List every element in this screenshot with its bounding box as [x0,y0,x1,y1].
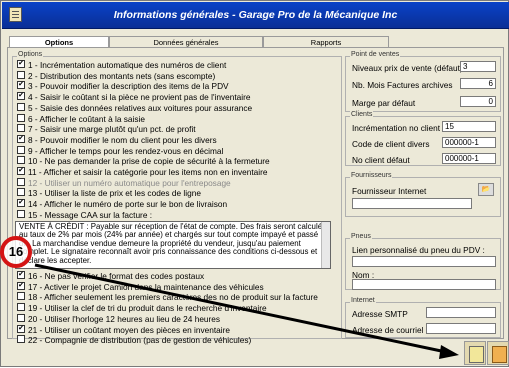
lien-pneu-field[interactable] [352,256,496,267]
checkbox-checked-icon[interactable]: ✔ [17,81,25,90]
courriel-field[interactable] [426,323,496,334]
checkbox-icon[interactable] [17,124,25,133]
bottom-toolbar [7,341,509,366]
checkbox-icon[interactable] [17,188,25,197]
fournisseur-internet-label: Fournisseur Internet [352,186,427,196]
option-label: 13 - Utiliser la liste de prix et les co… [28,188,201,199]
checkbox-icon[interactable] [17,209,25,218]
options-legend: Options [17,51,44,58]
option-label: 10 - Ne pas demander la prise de copie d… [28,156,270,167]
clients-legend: Clients [350,111,374,118]
tab-panel: Options ✔ 1 - Incrémentation automatique … [7,47,504,345]
checkbox-icon[interactable] [17,113,25,122]
option-label: 8 - Pouvoir modifier le nom du client po… [28,134,217,145]
checkbox-checked-icon[interactable]: ✔ [17,271,25,279]
caa-message-memo[interactable]: VENTE À CRÉDIT : Payable sur réception d… [15,221,331,269]
option-label: 16 - Ne pas vérifier le format des codes… [28,271,205,281]
checkbox-checked-icon[interactable]: ✔ [17,92,25,101]
no-client-field[interactable]: 000000-1 [442,153,496,164]
incr-client-label: Incrémentation no client [352,123,441,133]
niveaux-prix-label: Niveaux prix de vente (défaut) [352,63,463,73]
checkbox-icon[interactable] [17,70,25,79]
checkbox-checked-icon[interactable]: ✔ [17,60,25,68]
marge-field[interactable]: 0 [460,96,496,107]
nb-mois-field[interactable]: 6 [460,78,496,89]
pneus-group: Pneus Lien personnalisé du pneu du PDV :… [345,233,501,290]
browse-folder-icon[interactable]: 📂 [478,183,494,196]
niveaux-prix-field[interactable]: 3 [460,61,496,72]
checkbox-icon[interactable] [17,303,25,312]
option-label: 9 - Afficher le temps pour les rendez-vo… [28,145,224,156]
option-label: 14 - Afficher le numéro de porte sur le … [28,199,228,210]
caa-message-text: VENTE À CRÉDIT : Payable sur réception d… [19,222,327,265]
point-de-vente-legend: Point de ventes [350,51,401,58]
option-label: 21 - Utiliser un coûtant moyen des pièce… [28,324,231,335]
option-label: 4 - Saisir le coûtant si la pièce ne pro… [28,92,251,103]
pneus-legend: Pneus [350,233,372,240]
option-label: 19 - Utiliser la clef de tri du produit … [28,303,267,314]
option-label: 5 - Saisie des données relatives aux voi… [28,102,253,113]
courriel-label: Adresse de courriel [352,325,424,335]
window-title: Informations générales - Garage Pro de l… [113,9,398,21]
fournisseurs-legend: Fournisseurs [350,172,393,179]
callout-number-badge: 16 [0,236,32,268]
internet-group: Internet Adresse SMTP Adresse de courrie… [345,297,501,338]
code-client-label: Code de client divers [352,139,430,149]
option-label: 2 - Distribution des montants nets (sans… [28,70,216,81]
option-label: 6 - Afficher le coûtant à la saisie [28,113,145,124]
memo-scrollbar[interactable] [321,222,330,268]
lien-pneu-label: Lien personnalisé du pneu du PDV : [352,245,485,255]
fournisseurs-group: Fournisseurs Fournisseur Internet 📂 [345,172,501,217]
internet-legend: Internet [350,297,376,304]
smtp-field[interactable] [426,307,496,318]
checkbox-checked-icon[interactable]: ✔ [17,324,25,333]
option-label: 11 - Afficher et saisir la catégorie pou… [28,167,268,177]
fournisseur-internet-field[interactable] [352,198,472,209]
checkbox-checked-icon[interactable]: ✔ [17,134,25,143]
marge-label: Marge par défaut [352,98,416,108]
option-label: 18 - Afficher seulement les premiers car… [28,292,318,303]
no-client-label: No client défaut [352,155,410,165]
nb-mois-label: Nb. Mois Factures archives [352,80,453,90]
checkbox-icon[interactable] [17,102,25,111]
checkbox-icon[interactable] [17,292,25,301]
checkbox-icon[interactable] [17,313,25,322]
code-client-field[interactable]: 000000-1 [442,137,496,148]
options-group: Options ✔ 1 - Incrémentation automatique … [12,51,342,345]
option-label: 20 - Utiliser l'horloge 12 heures au lie… [28,313,221,324]
checkbox-checked-icon[interactable]: ✔ [17,199,25,208]
option-label: 15 - Message CAA sur la facture : [28,209,153,220]
option-label: 17 - Activer le projet Camion dans la ma… [28,281,264,292]
checkbox-icon[interactable] [17,177,25,186]
clients-group: Clients Incrémentation no client 15 Code… [345,111,501,166]
settings-window: Informations générales - Garage Pro de l… [0,0,509,367]
checkbox-checked-icon[interactable]: ✔ [17,281,25,290]
checkbox-icon[interactable] [17,145,25,154]
option-label: 1 - Incrémentation automatique des numér… [28,60,227,70]
incr-client-field[interactable]: 15 [442,121,496,132]
checkbox-icon[interactable] [17,156,25,165]
nom-field[interactable] [352,279,496,290]
smtp-label: Adresse SMTP [352,309,408,319]
point-de-vente-group: Point de ventes Niveaux prix de vente (d… [345,51,501,112]
option-label: 7 - Saisir une marge plutôt qu'un pct. d… [28,124,196,135]
close-button[interactable] [487,341,509,365]
checkbox-checked-icon[interactable]: ✔ [17,167,25,175]
option-label: 12 - Utiliser un numéro automatique pour… [28,177,231,188]
save-button[interactable] [464,341,486,365]
option-label: 3 - Pouvoir modifier la description des … [28,81,229,92]
title-bar: Informations générales - Garage Pro de l… [2,2,509,29]
